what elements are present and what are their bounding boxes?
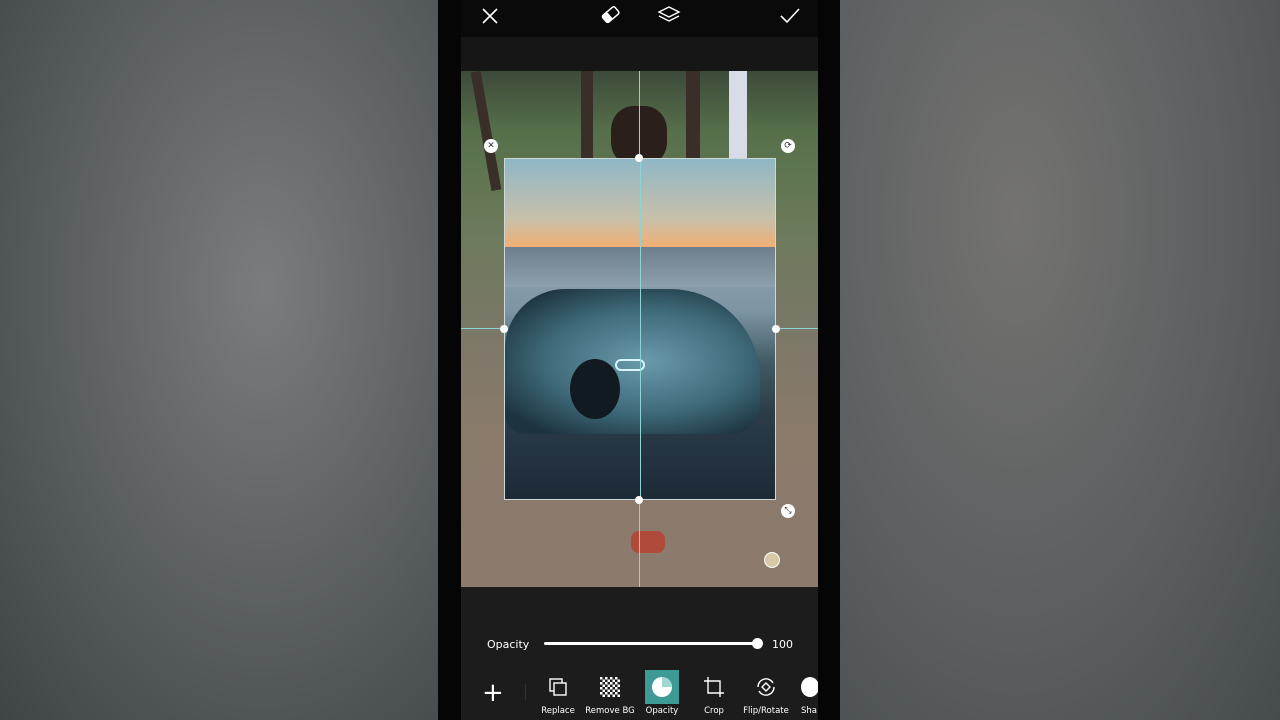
blurred-background-left <box>0 0 438 720</box>
resize-icon[interactable]: ⤡ <box>781 504 795 518</box>
tool-flip-rotate[interactable]: Flip/Rotate <box>739 670 793 716</box>
tool-replace[interactable]: Replace <box>531 670 585 716</box>
opacity-value: 100 <box>772 638 793 651</box>
divider <box>525 684 526 700</box>
bottom-handle[interactable] <box>635 496 643 504</box>
rotate-icon[interactable]: ⟳ <box>781 139 795 153</box>
person-shoe <box>631 531 665 553</box>
canvas-top-padding <box>461 37 818 71</box>
replace-icon <box>541 670 575 704</box>
left-handle[interactable] <box>500 325 508 333</box>
top-handle[interactable] <box>635 154 643 162</box>
tool-remove-bg[interactable]: Remove BG <box>583 670 637 716</box>
opacity-icon <box>645 670 679 704</box>
eraser-icon[interactable] <box>600 5 622 25</box>
check-icon[interactable] <box>779 6 801 24</box>
delete-layer-icon[interactable]: ✕ <box>484 139 498 153</box>
flip-rotate-icon <box>749 670 783 704</box>
editor-screen: ✕ ⟳ ⤡ Opacity 100 + Replace Remove BG Op… <box>438 0 840 720</box>
close-icon[interactable] <box>481 7 499 25</box>
photo-canvas[interactable]: ✕ ⟳ ⤡ <box>461 71 818 587</box>
add-icon[interactable]: + <box>482 680 504 706</box>
opacity-label: Opacity <box>487 638 530 651</box>
shadow-icon <box>801 670 818 704</box>
tool-shadow[interactable]: Sha <box>791 670 818 716</box>
opacity-slider-track[interactable] <box>544 642 758 645</box>
overlay-image[interactable] <box>504 158 776 500</box>
top-toolbar <box>461 0 818 37</box>
tool-opacity[interactable]: Opacity <box>635 670 689 716</box>
opacity-slider-thumb[interactable] <box>752 638 763 649</box>
tool-crop[interactable]: Crop <box>687 670 741 716</box>
blurred-background-right <box>840 0 1280 720</box>
tool-shadow-label: Sha <box>801 706 817 716</box>
crop-icon <box>697 670 731 704</box>
checkerboard-icon <box>593 670 627 704</box>
right-handle[interactable] <box>772 325 780 333</box>
layers-icon[interactable] <box>657 4 681 26</box>
touch-indicator <box>764 552 780 568</box>
